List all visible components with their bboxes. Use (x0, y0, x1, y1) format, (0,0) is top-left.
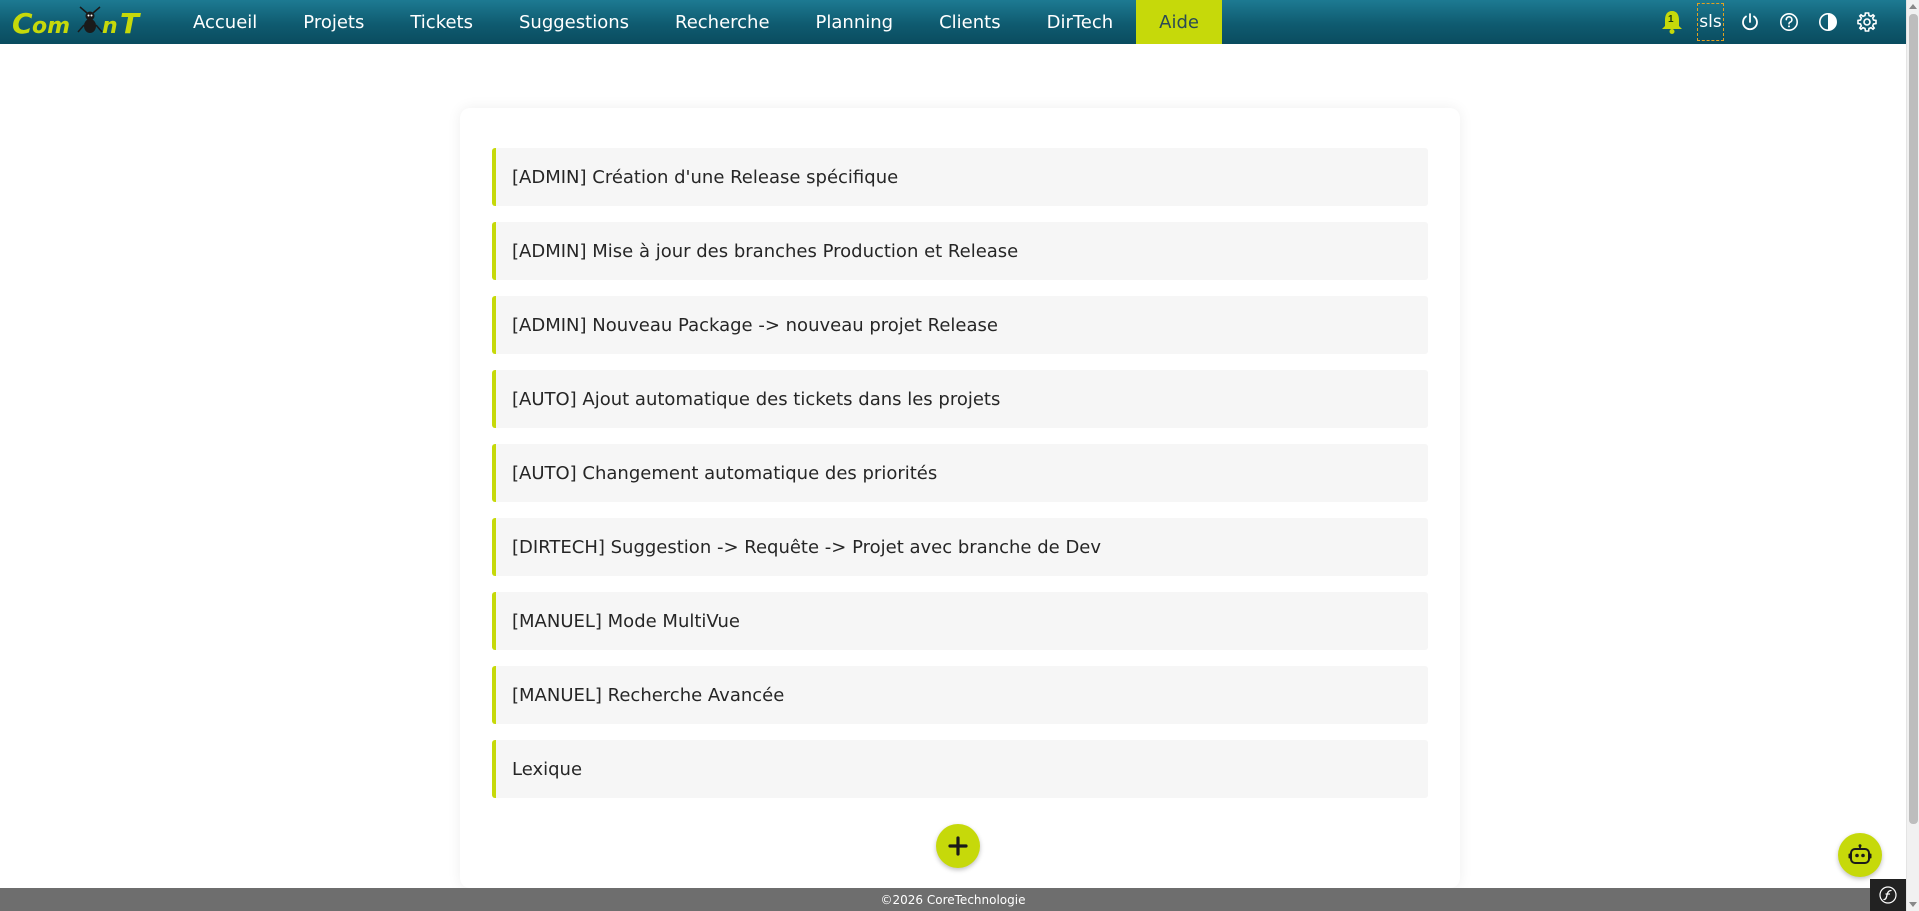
svg-text:T: T (120, 7, 141, 39)
svg-text:n: n (102, 14, 118, 39)
list-item[interactable]: [ADMIN] Création d'une Release spécifiqu… (492, 148, 1428, 206)
symfony-icon (1879, 886, 1897, 904)
debug-toolbar-toggle[interactable] (1870, 879, 1906, 911)
page-footer: ©2026 CoreTechnologie (0, 888, 1906, 911)
list-item[interactable]: [DIRTECH] Suggestion -> Requête -> Proje… (492, 518, 1428, 576)
list-item[interactable]: [AUTO] Changement automatique des priori… (492, 444, 1428, 502)
notifications-button[interactable]: 1 (1652, 0, 1691, 44)
scroll-up-arrow-icon[interactable] (1909, 4, 1917, 9)
chatbot-button[interactable] (1838, 833, 1882, 877)
nav-item-recherche[interactable]: Recherche (652, 0, 793, 44)
scroll-down-arrow-icon[interactable] (1909, 902, 1917, 907)
list-item[interactable]: Lexique (492, 740, 1428, 798)
nav-item-planning[interactable]: Planning (793, 0, 917, 44)
power-icon (1741, 13, 1758, 31)
help-button[interactable] (1769, 0, 1808, 44)
list-item[interactable]: [AUTO] Ajout automatique des tickets dan… (492, 370, 1428, 428)
user-menu[interactable]: sls (1691, 0, 1730, 44)
contrast-icon (1818, 13, 1837, 31)
list-item[interactable]: [ADMIN] Mise à jour des branches Product… (492, 222, 1428, 280)
add-page-button[interactable] (936, 824, 980, 868)
list-item[interactable]: [MANUEL] Recherche Avancée (492, 666, 1428, 724)
nav-item-tickets[interactable]: Tickets (387, 0, 496, 44)
svg-text:C: C (12, 7, 33, 39)
nav-item-suggestions[interactable]: Suggestions (496, 0, 652, 44)
notification-count: 1 (1668, 14, 1674, 25)
nav-item-aide[interactable]: Aide (1136, 0, 1222, 44)
help-pages-card: [ADMIN] Création d'une Release spécifiqu… (460, 108, 1460, 888)
nav-item-clients[interactable]: Clients (916, 0, 1024, 44)
comant-logo-icon: C om n T (12, 6, 141, 39)
nav-item-projets[interactable]: Projets (280, 0, 387, 44)
page-scrollbar[interactable] (1906, 0, 1919, 911)
scrollbar-thumb[interactable] (1909, 14, 1918, 824)
svg-text:om: om (32, 14, 70, 39)
help-pages-list: [ADMIN] Création d'une Release spécifiqu… (492, 148, 1428, 814)
plus-icon (948, 836, 968, 856)
nav-item-dirtech[interactable]: DirTech (1024, 0, 1137, 44)
robot-icon (1848, 844, 1872, 864)
header-actions: 1 sls (1652, 0, 1906, 44)
gear-icon (1856, 12, 1877, 32)
logout-button[interactable] (1730, 0, 1769, 44)
app-logo[interactable]: C om n T (0, 0, 170, 44)
top-navigation-bar: C om n T Accueil Projets Tickets Suggest… (0, 0, 1906, 44)
nav-item-accueil[interactable]: Accueil (170, 0, 280, 44)
theme-toggle-button[interactable] (1808, 0, 1847, 44)
footer-copyright: ©2026 CoreTechnologie (880, 892, 1026, 907)
settings-button[interactable] (1847, 0, 1886, 44)
main-nav: Accueil Projets Tickets Suggestions Rech… (170, 0, 1222, 44)
help-icon (1779, 13, 1798, 31)
list-item[interactable]: [ADMIN] Nouveau Package -> nouveau proje… (492, 296, 1428, 354)
list-item[interactable]: [MANUEL] Mode MultiVue (492, 592, 1428, 650)
user-initials: sls (1697, 3, 1724, 41)
